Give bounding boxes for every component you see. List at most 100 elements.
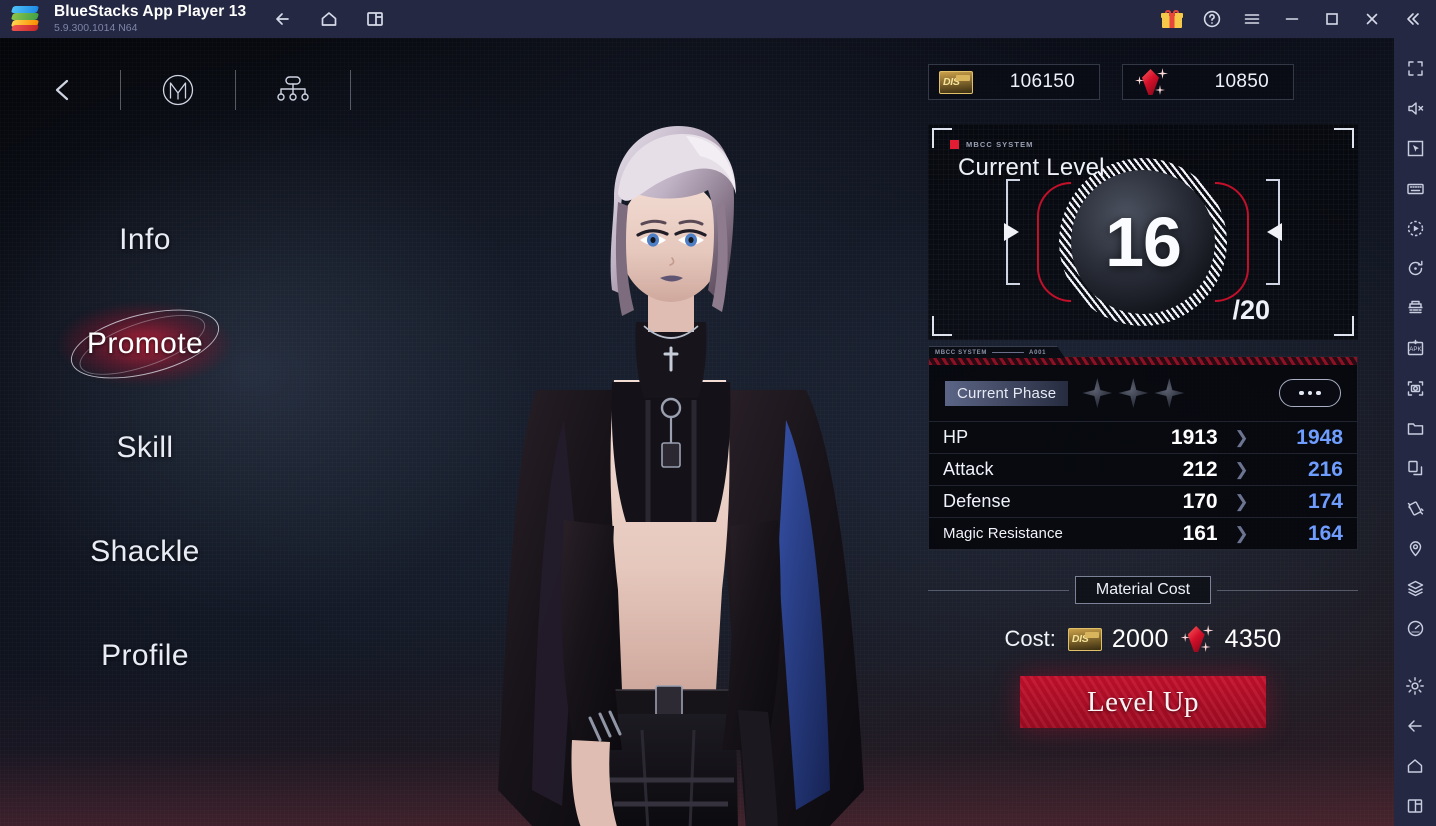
help-icon[interactable]: [1192, 0, 1232, 38]
home-icon[interactable]: [316, 6, 342, 32]
nav-item-info[interactable]: Info: [0, 188, 290, 292]
fullscreen-icon[interactable]: [1394, 48, 1436, 88]
currency-bar: DIS 106150 10850: [928, 64, 1358, 100]
back-arrow-icon[interactable]: [270, 6, 296, 32]
table-row: Magic Resistance 161 ❯ 164: [929, 517, 1357, 549]
system-tag-text: MBCC SYSTEM: [966, 140, 1034, 149]
divider: [1217, 589, 1358, 591]
table-row: Defense 170 ❯ 174: [929, 485, 1357, 517]
bluestacks-sidebar: APK: [1394, 38, 1436, 826]
stats-panel-tab: MBCC SYSTEM A001: [929, 346, 1065, 358]
nav-label: Promote: [86, 327, 204, 360]
hazard-stripe: [929, 357, 1357, 365]
rotate-icon[interactable]: [1394, 248, 1436, 288]
red-crystal-icon: [1133, 67, 1169, 97]
toolbar-divider: [350, 70, 351, 110]
keyboard-controls-icon[interactable]: [1394, 168, 1436, 208]
stat-next: 174: [1307, 489, 1343, 513]
nav-item-shackle[interactable]: Shackle: [0, 500, 290, 604]
shake-icon[interactable]: [1394, 488, 1436, 528]
nav-item-promote[interactable]: Promote: [0, 292, 290, 396]
stat-arrow-icon: ❯: [1234, 491, 1249, 511]
mute-icon[interactable]: [1394, 88, 1436, 128]
table-row: HP 1913 ❯ 1948: [929, 421, 1357, 453]
gift-icon[interactable]: [1152, 0, 1192, 38]
android-back-icon[interactable]: [1394, 706, 1436, 746]
currency-dis[interactable]: DIS 106150: [928, 64, 1100, 100]
level-increase-arrow[interactable]: [1267, 223, 1282, 241]
game-viewport: Info Promote Skill Shackle Profile DIS 1…: [0, 38, 1394, 826]
dis-icon-text: DIS: [943, 76, 960, 88]
media-folder-icon[interactable]: [1394, 408, 1436, 448]
stat-arrow-icon: ❯: [1234, 523, 1249, 543]
multi-instance-icon[interactable]: [362, 6, 388, 32]
character-nav-menu: Info Promote Skill Shackle Profile: [0, 188, 290, 708]
level-up-button[interactable]: Level Up: [1020, 676, 1266, 728]
performance-icon[interactable]: [1394, 608, 1436, 648]
menu-icon[interactable]: [1232, 0, 1272, 38]
level-decrease-arrow[interactable]: [1004, 223, 1019, 241]
material-cost-header: Material Cost: [928, 576, 1358, 604]
stat-current: 161: [1182, 521, 1218, 545]
stat-next: 1948: [1296, 425, 1343, 449]
apk-install-icon[interactable]: APK: [1394, 328, 1436, 368]
minimize-icon[interactable]: [1272, 0, 1312, 38]
location-pin-icon[interactable]: [1394, 528, 1436, 568]
dis-card-icon: DIS: [1067, 627, 1102, 651]
back-chevron-icon[interactable]: [34, 62, 92, 118]
corner-bracket: [932, 128, 952, 148]
phase-stars: [1082, 378, 1185, 408]
layers-icon[interactable]: [1394, 568, 1436, 608]
svg-text:APK: APK: [1409, 346, 1422, 353]
multi-instance-manager-icon[interactable]: [1394, 288, 1436, 328]
current-level-panel: MBCC SYSTEM Current Level 16 /20: [928, 124, 1358, 340]
level-up-label: Level Up: [1087, 685, 1199, 718]
phase-star-icon: [1118, 378, 1149, 408]
more-options-button[interactable]: [1279, 379, 1341, 407]
corner-bracket: [1334, 128, 1354, 148]
android-home-icon[interactable]: [1394, 746, 1436, 786]
nav-item-profile[interactable]: Profile: [0, 604, 290, 708]
stat-name: HP: [943, 427, 969, 447]
material-cost-title: Material Cost: [1074, 576, 1212, 604]
nav-label: Shackle: [90, 535, 200, 568]
nav-label: Skill: [116, 431, 174, 464]
nav-item-skill[interactable]: Skill: [0, 396, 290, 500]
currency-crystal[interactable]: 10850: [1122, 64, 1294, 100]
cursor-pointer-icon[interactable]: [1394, 128, 1436, 168]
corner-bracket: [932, 316, 952, 336]
level-value: 16: [1105, 203, 1182, 281]
character-artwork: [386, 90, 946, 826]
close-icon[interactable]: [1352, 0, 1392, 38]
corner-bracket: [1334, 316, 1354, 336]
system-tag: MBCC SYSTEM: [950, 140, 1034, 149]
stats-panel: MBCC SYSTEM A001 Current Phase HP 1913 ❯…: [928, 346, 1358, 550]
currency-crystal-value: 10850: [1214, 71, 1269, 92]
nav-label: Profile: [101, 639, 189, 672]
copy-paste-icon[interactable]: [1394, 448, 1436, 488]
material-cost-row: Cost: DIS 2000 4350: [928, 624, 1358, 654]
android-recents-icon[interactable]: [1394, 786, 1436, 826]
nav-label: Info: [119, 223, 171, 256]
phase-star-icon: [1154, 378, 1185, 408]
stat-arrow-icon: ❯: [1234, 427, 1249, 447]
hierarchy-tree-icon[interactable]: [264, 62, 322, 118]
macro-play-icon[interactable]: [1394, 208, 1436, 248]
stat-name: Attack: [943, 459, 994, 479]
window-titlebar: BlueStacks App Player 13 5.9.300.1014 N6…: [0, 0, 1436, 38]
collapse-icon[interactable]: [1392, 0, 1432, 38]
cost-dis-amount: 2000: [1111, 624, 1169, 653]
maximize-icon[interactable]: [1312, 0, 1352, 38]
stat-next: 164: [1307, 521, 1343, 545]
current-phase-label: Current Phase: [945, 380, 1069, 406]
material-cost-section: Material Cost Cost: DIS 2000 4350: [928, 576, 1358, 654]
stat-name: Magic Resistance: [943, 525, 1063, 542]
settings-gear-icon[interactable]: [1394, 666, 1436, 706]
toolbar-divider: [120, 70, 121, 110]
monogram-m-icon[interactable]: [149, 62, 207, 118]
red-crystal-icon: [1179, 624, 1215, 654]
currency-dis-value: 106150: [1009, 71, 1075, 92]
screenshot-icon[interactable]: [1394, 368, 1436, 408]
stat-next: 216: [1307, 457, 1343, 481]
bluestacks-logo-icon: [10, 6, 40, 32]
